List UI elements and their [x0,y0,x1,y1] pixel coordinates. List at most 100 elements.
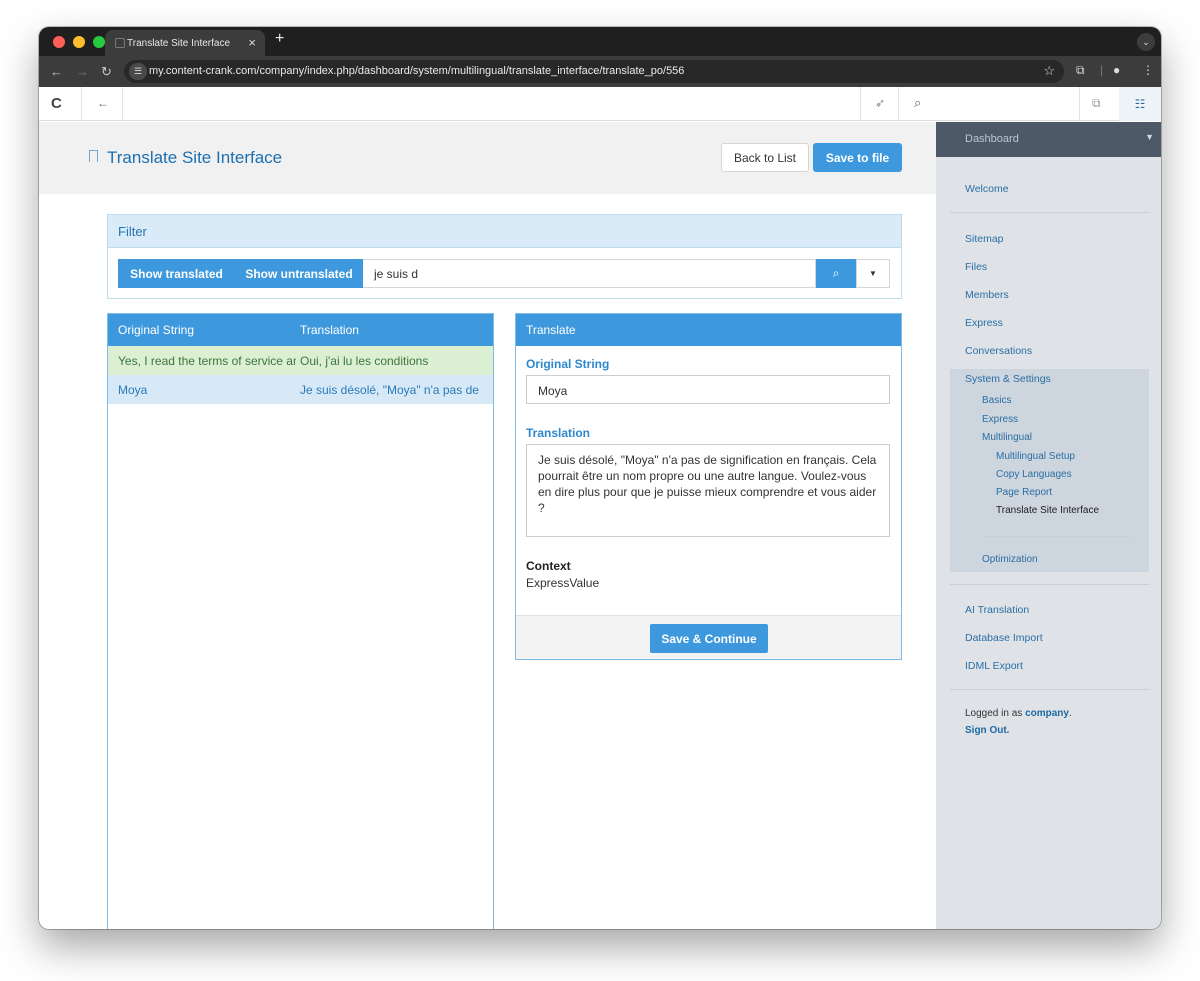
page-header: Translate Site Interface Back to List Sa… [39,122,936,194]
table-header: Original String Translation [108,314,493,346]
divider [122,87,123,121]
save-to-file-button[interactable]: Save to file [813,143,902,172]
sidebar-item-express[interactable]: Express [965,317,1003,329]
browser-tab[interactable]: Translate Site Interface × [105,30,265,56]
divider [950,584,1149,585]
search-icon: ⌕ [914,95,922,110]
strings-table: Original String Translation Yes, I read … [107,313,494,929]
sidebar-item-sitemap[interactable]: Sitemap [965,233,1004,245]
divider [1079,87,1080,121]
forward-arrow-icon[interactable]: → [76,64,89,79]
cms-search-input[interactable] [933,91,1073,117]
divider [982,536,1132,537]
url-text: my.content-crank.com/company/index.php/d… [149,65,685,77]
back-arrow-icon[interactable]: ← [50,64,63,79]
sidebar-item-idml-export[interactable]: IDML Export [965,660,1023,672]
page-title: Translate Site Interface [107,148,283,167]
logged-in-text: Logged in as company. [965,708,1072,719]
intelligent-search-icon[interactable]: ⧉ [1092,96,1101,111]
sidebar-item-express-settings[interactable]: Express [982,414,1018,425]
original-string-label: Original String [526,357,610,371]
translation-cell: Oui, j'ai lu les conditions [300,354,429,368]
sidebar-item-members[interactable]: Members [965,289,1009,301]
close-window-button[interactable] [53,36,65,48]
context-label: Context [526,559,571,573]
translate-heading: Translate [516,314,901,346]
cms-toolbar: C ← ➶ ⌕ ⧉ ☷ [39,87,1161,121]
page-icon [115,38,125,48]
caret-down-icon: ▼ [869,269,877,278]
tab-title: Translate Site Interface [127,38,231,49]
sidebar-item-ai-translation[interactable]: AI Translation [965,604,1029,616]
tab-strip: Translate Site Interface × + ⌄ [39,27,1161,56]
caret-down-icon[interactable]: ▼ [1145,132,1154,142]
search-button[interactable]: ⌕ [816,259,856,288]
sidebar-item-welcome[interactable]: Welcome [965,183,1009,195]
maximize-window-button[interactable] [93,36,105,48]
bookmark-icon[interactable] [89,150,98,162]
logged-in-user[interactable]: company [1025,708,1069,719]
browser-window: Translate Site Interface × + ⌄ ← → ↻ ☰ m… [39,27,1161,929]
search-icon: ⌕ [832,266,840,280]
sidebar-item-translate-site-interface[interactable]: Translate Site Interface [996,505,1099,516]
translation-textarea[interactable]: Je suis désolé, "Moya" n'a pas de signif… [526,444,890,537]
show-untranslated-button[interactable]: Show untranslated [235,259,363,288]
filter-search-input[interactable] [363,259,816,288]
sidebar-item-multilingual[interactable]: Multilingual [982,432,1032,443]
divider [950,689,1149,690]
sidebar-item-files[interactable]: Files [965,261,987,273]
show-translated-button[interactable]: Show translated [118,259,235,288]
filter-panel: Filter Show translated Show untranslated… [107,214,902,299]
sidebar-item-copy-languages[interactable]: Copy Languages [996,469,1072,480]
sidebar-item-conversations[interactable]: Conversations [965,345,1032,357]
sidebar-item-optimization[interactable]: Optimization [982,554,1038,565]
column-header: Translation [300,323,359,337]
site-settings-icon[interactable]: ☰ [129,63,147,80]
save-continue-button[interactable]: Save & Continue [650,624,768,653]
extensions-icon[interactable]: ⧉ [1076,63,1085,78]
translation-label: Translation [526,426,591,440]
translate-footer: Save & Continue [516,615,901,659]
sidebar-item-system-settings[interactable]: System & Settings [965,373,1051,385]
minimize-window-button[interactable] [73,36,85,48]
original-string-field: Moya [526,375,890,404]
tab-close-icon[interactable]: × [248,35,256,50]
address-bar[interactable]: ☰ my.content-crank.com/company/index.php… [124,60,1064,83]
filter-dropdown-button[interactable]: ▼ [856,259,890,288]
back-to-list-button[interactable]: Back to List [721,143,809,172]
divider [860,87,861,121]
translate-panel: Translate Original String Moya Translati… [515,313,902,660]
sign-out-link[interactable]: Sign Out. [965,725,1009,736]
tab-search-icon[interactable]: ⌄ [1137,33,1155,51]
table-row[interactable]: Yes, I read the terms of service and Oui… [108,346,493,375]
dashboard-sidebar: Dashboard ▼ Welcome Sitemap Files Member… [936,122,1161,929]
sidebar-item-multilingual-setup[interactable]: Multilingual Setup [996,451,1075,462]
context-value: ExpressValue [526,576,600,590]
rocket-icon[interactable]: ➶ [875,96,885,110]
reload-icon[interactable]: ↻ [101,64,112,80]
sidebar-header-label: Dashboard [965,133,1019,145]
logged-in-prefix: Logged in as [965,708,1023,719]
browser-toolbar: ← → ↻ ☰ my.content-crank.com/company/ind… [39,56,1161,87]
bookmark-star-icon[interactable]: ☆ [1043,63,1055,79]
settings-panel-icon[interactable]: ☷ [1119,87,1161,121]
sidebar-item-database-import[interactable]: Database Import [965,632,1043,644]
translation-cell: Je suis désolé, "Moya" n'a pas de [300,383,479,397]
divider [81,87,82,121]
sidebar-item-page-report[interactable]: Page Report [996,487,1052,498]
window-controls [53,36,105,48]
profile-icon[interactable]: ● [1113,63,1120,77]
cms-logo-icon[interactable]: C [51,95,62,112]
new-tab-button[interactable]: + [275,30,284,48]
back-icon[interactable]: ← [97,96,109,110]
divider [898,87,899,121]
column-header: Original String [118,323,195,337]
browser-menu-icon[interactable]: ⋮ [1142,63,1154,77]
filter-heading: Filter [108,215,901,248]
divider [950,212,1149,213]
table-row[interactable]: Moya Je suis désolé, "Moya" n'a pas de [108,375,493,404]
divider: | [1100,63,1104,77]
sidebar-header[interactable]: Dashboard ▼ [936,122,1161,157]
original-cell: Yes, I read the terms of service and [118,354,296,368]
sidebar-item-basics[interactable]: Basics [982,395,1011,406]
